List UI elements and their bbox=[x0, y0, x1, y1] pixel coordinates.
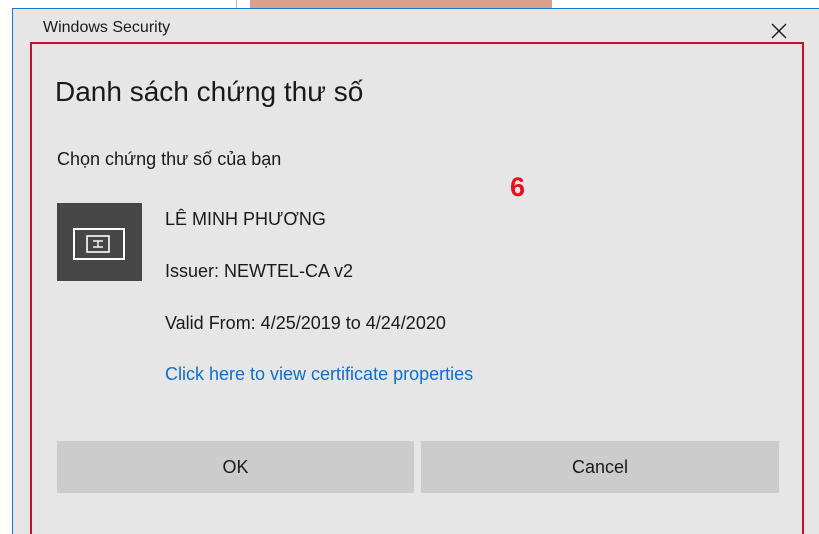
view-certificate-properties-link[interactable]: Click here to view certificate propertie… bbox=[165, 364, 473, 385]
dialog-heading: Danh sách chứng thư số bbox=[55, 76, 364, 107]
certificate-issuer: Issuer: NEWTEL-CA v2 bbox=[165, 261, 354, 281]
certificate-tile[interactable] bbox=[57, 203, 142, 281]
certificate-validity: Valid From: 4/25/2019 to 4/24/2020 bbox=[165, 313, 446, 333]
certificate-holder-name: LÊ MINH PHƯƠNG bbox=[165, 209, 326, 229]
certificate-card-icon bbox=[73, 228, 125, 260]
dialog-prompt: Chọn chứng thư số của bạn bbox=[57, 149, 282, 169]
window-title: Windows Security bbox=[43, 19, 171, 36]
close-icon[interactable] bbox=[768, 20, 790, 42]
step-number-annotation: 6 bbox=[510, 172, 526, 202]
cancel-button[interactable]: Cancel bbox=[421, 441, 779, 493]
ok-button[interactable]: OK bbox=[57, 441, 414, 493]
background-window-edge bbox=[236, 0, 237, 8]
background-window-tab bbox=[250, 0, 552, 8]
screen: Windows Security Danh sách chứng thư số … bbox=[0, 0, 819, 534]
